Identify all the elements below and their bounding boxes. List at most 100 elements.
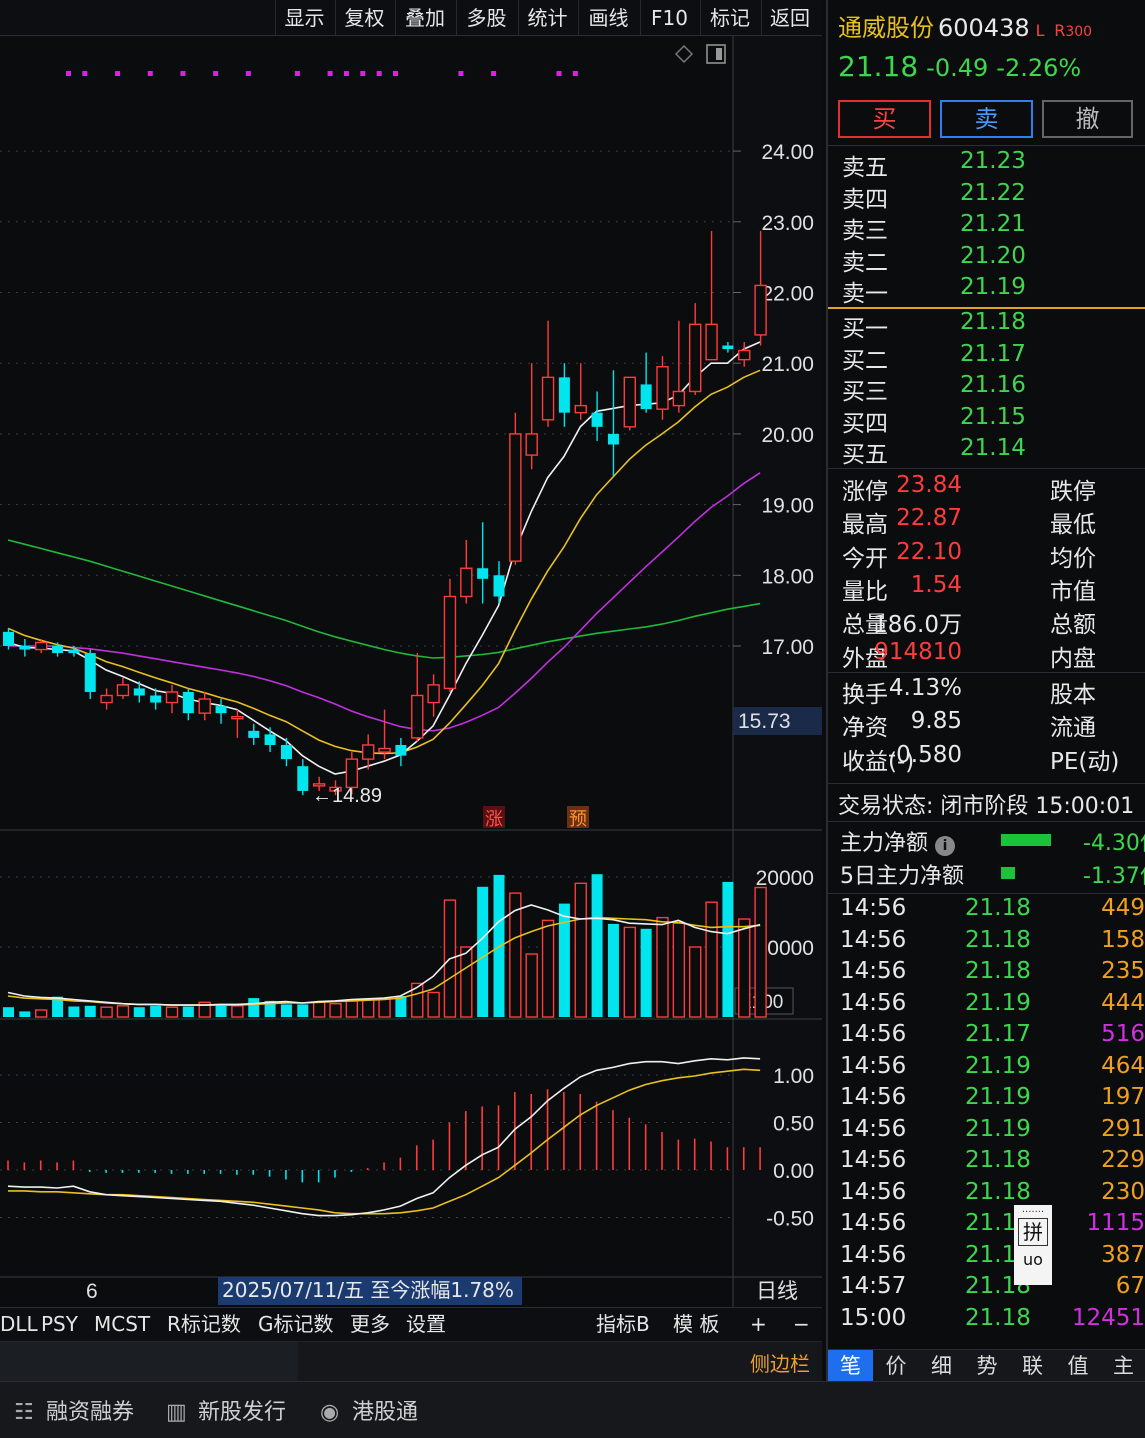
indicator-tab-6[interactable]: 设置	[406, 1308, 446, 1342]
indicator-right-0[interactable]: 指标B	[596, 1308, 650, 1342]
detail-tab-1[interactable]: 价	[874, 1350, 919, 1381]
volume-bar-down	[640, 928, 652, 1017]
toolbar-button-1[interactable]: 复权	[335, 0, 393, 36]
candle-body-down	[558, 377, 570, 413]
volume-bar-down	[248, 998, 260, 1017]
footer-item-0[interactable]: ☷ 融资融券	[14, 1394, 134, 1426]
footer-item-2[interactable]: ◉ 港股通	[320, 1394, 418, 1426]
toolbar-button-5[interactable]: 画线	[578, 0, 638, 36]
tick-price: 21.1	[965, 1241, 1017, 1268]
volume-bar-up	[35, 1009, 48, 1018]
candle-body-down	[3, 631, 14, 646]
toolbar-button-2[interactable]: 叠加	[395, 0, 454, 36]
candle-body-up	[689, 323, 702, 393]
price-tick-label: 17.00	[761, 636, 814, 659]
sell-button[interactable]: 卖	[940, 100, 1033, 138]
indicator-scroll-area	[0, 1342, 298, 1382]
panel-icon-fill	[716, 48, 722, 60]
indicator-tab-0[interactable]: DLL	[0, 1308, 38, 1342]
tick-time: 15:00	[840, 1304, 907, 1331]
candle-body-up	[165, 691, 179, 704]
indicator-tab-5[interactable]: 更多	[350, 1308, 390, 1342]
ask-row: 卖四 21.22	[842, 180, 1026, 214]
fin-label2: 流通	[1050, 715, 1096, 742]
stock-header: 通威股份 600438 L R300	[838, 8, 1092, 43]
volume-bar-down	[3, 1007, 14, 1017]
info-icon[interactable]: i	[935, 836, 956, 856]
price-tick-label: 24.00	[761, 141, 814, 164]
kline-chart[interactable]: 24.00 23.00 22.00 21.00 20.00 19.00 18.00 17.00…	[0, 36, 822, 1307]
volume-bar-up	[165, 1006, 179, 1018]
detail-tab-2[interactable]: 细	[919, 1350, 964, 1381]
volume-bar-down	[607, 923, 619, 1017]
stat-label2: 市值	[1050, 578, 1096, 605]
stat-value: 23.84	[896, 472, 962, 498]
divider	[828, 783, 1145, 784]
price-tick-label: 18.00	[761, 565, 814, 588]
tick-price: 21.19	[965, 1115, 1031, 1142]
candle-body-up	[541, 376, 555, 421]
toolbar-button-4[interactable]: 统计	[518, 0, 576, 36]
toolbar-button-3[interactable]: 多股	[456, 0, 516, 36]
indicator-right-2[interactable]: +	[750, 1308, 767, 1342]
tick-volume: 229	[1101, 1147, 1145, 1173]
toolbar-button-6[interactable]: F10	[640, 0, 698, 36]
signal-marker	[213, 71, 219, 76]
volume-bar-up	[100, 1006, 113, 1018]
toolbar-button-0[interactable]: 显示	[275, 0, 333, 36]
tag-num: 300	[1065, 24, 1093, 40]
candle-body-down	[591, 412, 603, 427]
popup-widget[interactable]: ······· 拼 uo	[1014, 1205, 1052, 1285]
toolbar-button-8[interactable]: 返回	[761, 0, 818, 36]
divider	[828, 893, 1145, 894]
zhang-tag[interactable]: 涨	[485, 809, 503, 830]
indicator-right-3[interactable]: −	[793, 1308, 810, 1342]
candle-body-down	[493, 575, 505, 597]
candle-body-up	[345, 758, 359, 789]
detail-tab-0[interactable]: 笔	[828, 1350, 873, 1381]
detail-tab-6[interactable]: 主	[1101, 1350, 1145, 1381]
volume-bar-up	[411, 982, 424, 1018]
volume-bar-up	[623, 926, 636, 1018]
margin-icon: ☷	[14, 1400, 34, 1425]
detail-tab-4[interactable]: 联	[1010, 1350, 1055, 1381]
volume-bar-down	[68, 1006, 80, 1017]
indicator-tab-1[interactable]: PSY	[41, 1308, 78, 1342]
tick-time: 14:56	[840, 926, 907, 953]
detail-tab-5[interactable]: 值	[1056, 1350, 1101, 1381]
price-tick-label: 22.00	[761, 283, 814, 306]
candle-body-down	[280, 744, 292, 760]
indicator-tab-4[interactable]: G标记数	[258, 1308, 334, 1342]
detail-tabs: 笔价细势联值主	[828, 1349, 1145, 1381]
stat-label2: 总额	[1050, 612, 1096, 639]
tick-price: 21.18	[965, 1178, 1031, 1205]
tick-time: 14:56	[840, 1241, 907, 1268]
stat-label2: 内盘	[1050, 645, 1096, 672]
indicator-right-1[interactable]: 模 板	[673, 1308, 719, 1342]
stat-label: 最高	[842, 512, 888, 539]
detail-tab-3[interactable]: 势	[965, 1350, 1010, 1381]
sidebar-toggle[interactable]: 侧边栏	[750, 1348, 810, 1377]
stat-value: 186.0万	[873, 612, 962, 639]
toolbar-button-7[interactable]: 标记	[700, 0, 759, 36]
candle-body-down	[52, 646, 64, 654]
volume-bar-down	[722, 881, 734, 1017]
footer-item-1[interactable]: ▥ 新股发行	[166, 1394, 286, 1426]
cancel-button[interactable]: 撤	[1042, 100, 1133, 138]
candle-body-down	[133, 688, 145, 696]
indicator-tab-2[interactable]: MCST	[94, 1308, 150, 1342]
tick-volume: 387	[1101, 1241, 1145, 1268]
candle-body-down	[248, 730, 260, 738]
yu-tag[interactable]: 预	[569, 809, 587, 830]
popup-text: 拼	[1018, 1218, 1048, 1246]
tick-time: 14:57	[840, 1273, 907, 1299]
ask-label: 卖四	[842, 186, 888, 213]
fin-value: 9.85	[910, 708, 962, 735]
tick-time: 14:56	[840, 1084, 907, 1110]
tick-time: 14:56	[840, 895, 907, 921]
buy-button[interactable]: 买	[838, 100, 931, 138]
period-label[interactable]: 日线	[756, 1279, 798, 1303]
candle-body-up	[705, 323, 718, 361]
candle-body-down	[477, 568, 489, 579]
indicator-tab-3[interactable]: R标记数	[167, 1308, 241, 1342]
